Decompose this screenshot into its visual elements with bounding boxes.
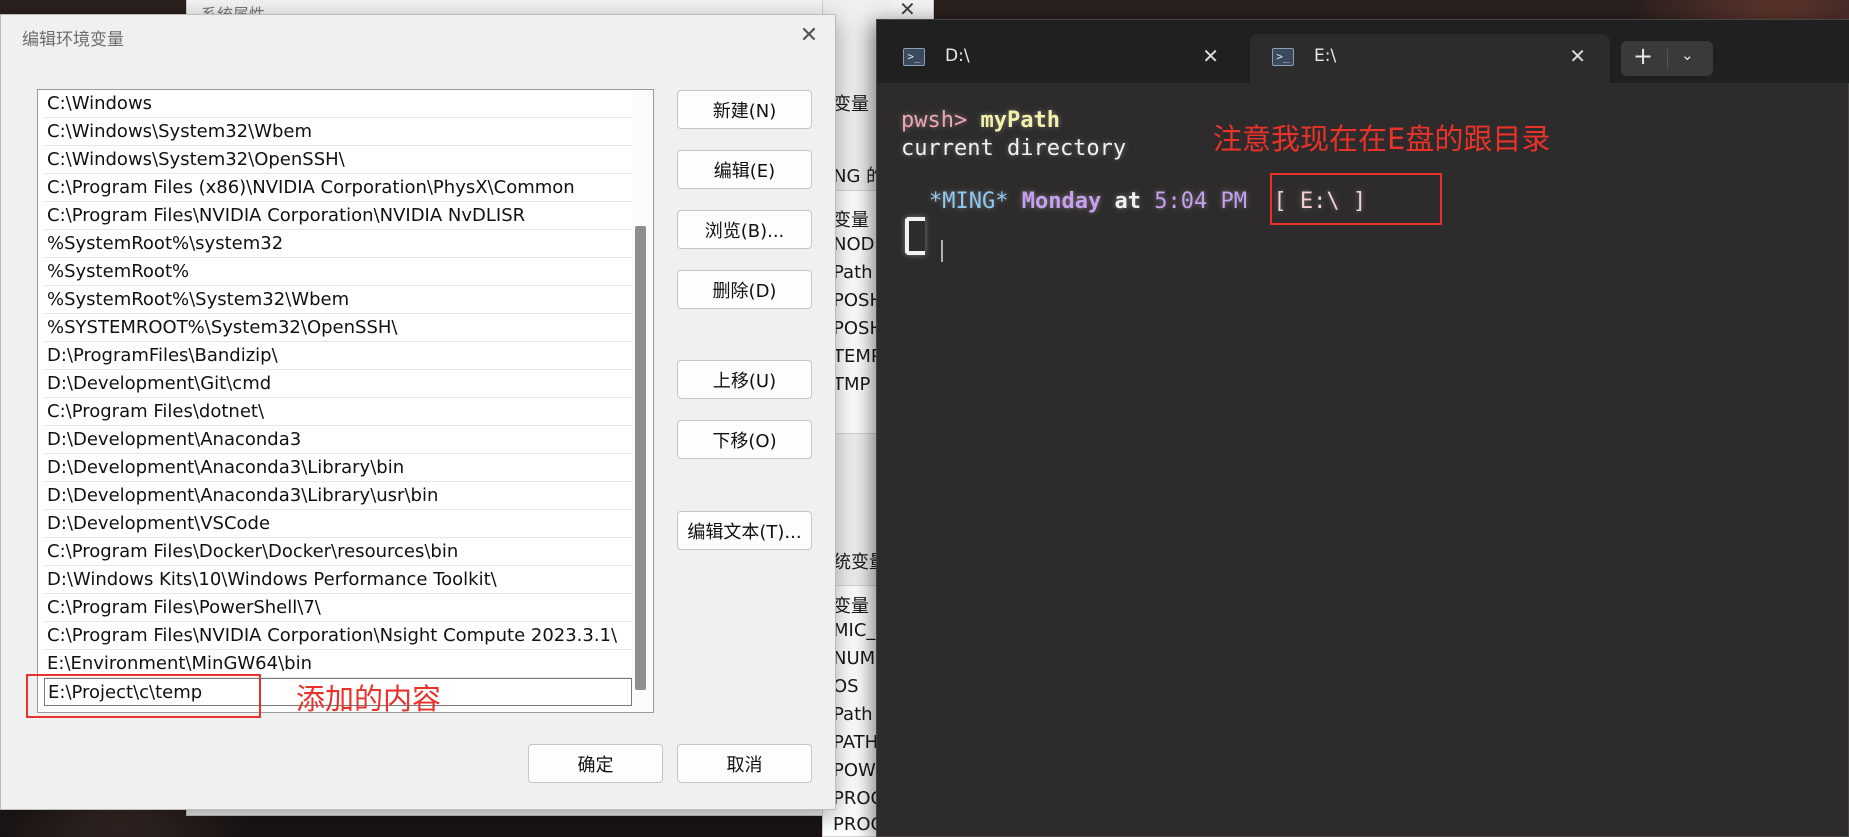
list-item[interactable]: D:\Development\Git\cmd — [44, 370, 632, 398]
divider — [1667, 49, 1668, 69]
list-item[interactable]: Path — [833, 262, 873, 283]
list-item[interactable]: OS — [833, 676, 859, 697]
new-tab-control: + ⌄ — [1621, 41, 1713, 76]
list-item[interactable]: %SystemRoot% — [44, 258, 632, 286]
time-text: 5:04 PM — [1154, 189, 1247, 214]
new-button[interactable]: 新建(N) — [677, 90, 812, 129]
edit-button[interactable]: 编辑(E) — [677, 150, 812, 189]
list-item[interactable]: PATH — [833, 732, 878, 753]
cancel-button[interactable]: 取消 — [677, 744, 812, 783]
user-variables-label: 变量 — [833, 94, 869, 115]
list-item[interactable]: MIC_ — [833, 620, 875, 641]
list-item[interactable]: D:\Development\Anaconda3 — [44, 426, 632, 454]
powershell-icon: >_ — [903, 48, 925, 66]
tab-title: E:\ — [1314, 46, 1337, 66]
command-line: pwsh> myPath — [901, 108, 1060, 133]
browse-button[interactable]: 浏览(B)... — [677, 210, 812, 249]
terminal-tab-bar: >_ D:\ ✕ >_ E:\ ✕ + ⌄ — [877, 20, 1849, 83]
command-text: myPath — [980, 108, 1060, 133]
list-header: 变量 — [833, 210, 869, 231]
annotation-box-current-dir — [1270, 173, 1442, 225]
dialog-title: 编辑环境变量 — [22, 30, 124, 50]
powershell-icon: >_ — [1272, 48, 1294, 66]
list-item[interactable]: D:\Development\Anaconda3\Library\bin — [44, 454, 632, 482]
text-cursor — [941, 240, 943, 262]
list-item[interactable]: %SystemRoot%\System32\Wbem — [44, 286, 632, 314]
username-text: *MING* — [929, 189, 1009, 214]
scrollbar-thumb[interactable] — [635, 226, 646, 690]
list-item[interactable]: D:\ProgramFiles\Bandizip\ — [44, 342, 632, 370]
output-line: current directory — [901, 136, 1127, 161]
list-item[interactable]: TMP — [833, 374, 870, 395]
tab-title: D:\ — [945, 46, 970, 66]
list-item[interactable]: C:\Program Files\NVIDIA Corporation\Nsig… — [44, 622, 632, 650]
tab-e-drive[interactable]: >_ E:\ ✕ — [1250, 34, 1610, 83]
close-icon[interactable]: ✕ — [793, 19, 825, 51]
list-item[interactable]: D:\Development\Anaconda3\Library\usr\bin — [44, 482, 632, 510]
list-item[interactable]: C:\Program Files\dotnet\ — [44, 398, 632, 426]
day-text: Monday — [1021, 189, 1102, 214]
list-item[interactable]: C:\Program Files\PowerShell\7\ — [44, 594, 632, 622]
edit-text-button[interactable]: 编辑文本(T)... — [677, 511, 812, 550]
list-item[interactable]: C:\Program Files\Docker\Docker\resources… — [44, 538, 632, 566]
prompt-text: pwsh> — [901, 108, 981, 133]
list-item[interactable]: C:\Windows\System32\OpenSSH\ — [44, 146, 632, 174]
ok-button[interactable]: 确定 — [528, 744, 663, 783]
annotation-added-content: 添加的内容 — [296, 682, 442, 716]
list-item[interactable]: Path — [833, 704, 873, 725]
new-tab-button[interactable]: + — [1633, 42, 1653, 70]
move-up-button[interactable]: 上移(U) — [677, 360, 812, 399]
list-item[interactable]: C:\Program Files\NVIDIA Corporation\NVID… — [44, 202, 632, 230]
annotation-box-added-path — [26, 674, 261, 718]
move-down-button[interactable]: 下移(O) — [677, 420, 812, 459]
at-text: at — [1114, 189, 1141, 214]
tab-d-drive[interactable]: >_ D:\ ✕ — [881, 34, 1243, 83]
chevron-down-icon[interactable]: ⌄ — [1681, 46, 1694, 64]
path-list[interactable]: C:\Windows C:\Windows\System32\Wbem C:\W… — [37, 89, 654, 713]
list-item[interactable]: D:\Development\VSCode — [44, 510, 632, 538]
list-item[interactable]: %SystemRoot%\system32 — [44, 230, 632, 258]
list-item[interactable]: NUM — [833, 648, 875, 669]
list-item[interactable]: TEMP — [833, 346, 882, 367]
list-header: 变量 — [833, 596, 869, 617]
list-item[interactable]: D:\Windows Kits\10\Windows Performance T… — [44, 566, 632, 594]
close-icon[interactable]: ✕ — [899, 0, 916, 21]
list-item[interactable]: NOD — [833, 234, 875, 255]
list-item[interactable]: %SYSTEMROOT%\System32\OpenSSH\ — [44, 314, 632, 342]
list-item[interactable]: C:\Windows\System32\Wbem — [44, 118, 632, 146]
prompt-bracket — [905, 217, 925, 255]
list-item[interactable]: POW — [833, 760, 876, 781]
list-item[interactable]: C:\Program Files (x86)\NVIDIA Corporatio… — [44, 174, 632, 202]
list-item[interactable]: C:\Windows — [44, 90, 632, 118]
annotation-terminal-note: 注意我现在在E盘的跟目录 — [1213, 122, 1551, 156]
delete-button[interactable]: 删除(D) — [677, 270, 812, 309]
close-icon[interactable]: ✕ — [1202, 44, 1219, 68]
close-icon[interactable]: ✕ — [1569, 44, 1586, 68]
